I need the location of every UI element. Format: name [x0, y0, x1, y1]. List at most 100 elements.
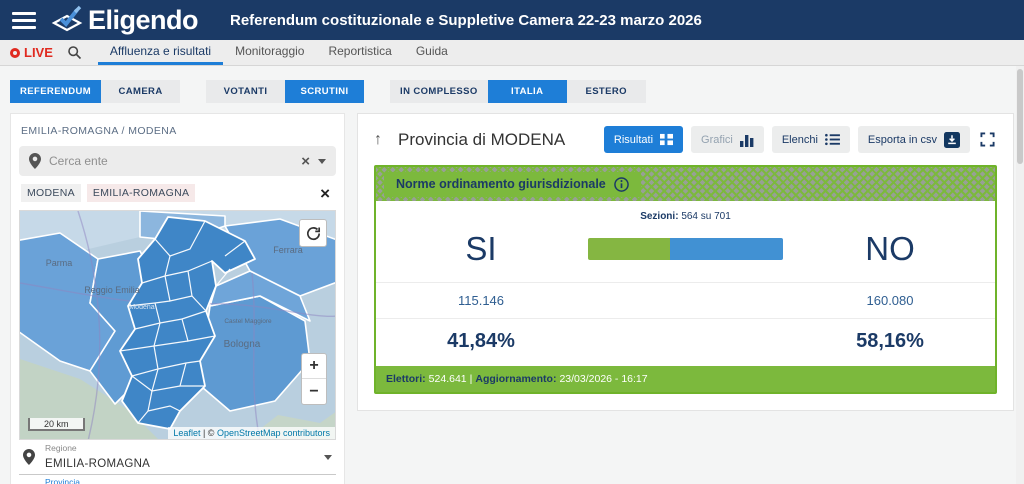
- tab-guida[interactable]: Guida: [404, 40, 460, 65]
- question-text: Norme ordinamento giurisdizionale: [396, 177, 606, 191]
- sezioni-label: Sezioni:: [640, 211, 678, 222]
- grafici-label: Grafici: [701, 134, 733, 146]
- fullscreen-button[interactable]: [978, 132, 997, 147]
- filter-group-area: IN COMPLESSO ITALIA ESTERO: [390, 80, 646, 103]
- refresh-icon: [305, 225, 322, 242]
- options-row: SI NO: [376, 222, 995, 282]
- elenchi-button[interactable]: Elenchi: [772, 126, 850, 153]
- live-icon: [10, 48, 20, 58]
- regione-label: Regione: [45, 443, 314, 453]
- filter-in-complesso[interactable]: IN COMPLESSO: [390, 80, 488, 103]
- question-label: Norme ordinamento giurisdizionale: [384, 172, 641, 197]
- list-icon: [825, 133, 840, 146]
- votes-no: 160.080: [815, 293, 965, 308]
- grafici-button[interactable]: Grafici: [691, 126, 764, 153]
- fullscreen-icon: [980, 132, 995, 147]
- tag-modena[interactable]: MODENA: [21, 184, 81, 202]
- live-button[interactable]: LIVE: [10, 40, 53, 65]
- filter-group-data: VOTANTI SCRUTINI: [206, 80, 364, 103]
- elenchi-label: Elenchi: [782, 134, 818, 146]
- results-panel: ↑ Provincia di MODENA Risultati Grafici: [357, 113, 1014, 411]
- leaflet-map[interactable]: Parma Reggio Emilia Ferrara Bologna Cast…: [19, 210, 336, 440]
- filter-estero[interactable]: ESTERO: [567, 80, 646, 103]
- search-box[interactable]: ×: [19, 146, 336, 176]
- eligendo-logo[interactable]: Eligendo: [50, 5, 198, 36]
- sidebar: EMILIA-ROMAGNA / MODENA × MODENA EMILIA-…: [10, 113, 345, 484]
- votes-si: 115.146: [406, 293, 556, 308]
- tab-reportistica[interactable]: Reportistica: [316, 40, 403, 65]
- content: EMILIA-ROMAGNA / MODENA × MODENA EMILIA-…: [0, 113, 1024, 484]
- filter-camera[interactable]: CAMERA: [101, 80, 180, 103]
- sezioni-value: 564 su 701: [681, 211, 731, 222]
- search-icon[interactable]: [67, 40, 82, 65]
- referendum-result-card: Norme ordinamento giurisdizionale Sezion…: [374, 165, 997, 394]
- selected-tags: MODENA EMILIA-ROMAGNA ×: [19, 176, 336, 210]
- search-dropdown-icon[interactable]: [318, 159, 326, 164]
- map-refresh-button[interactable]: [299, 219, 327, 247]
- grid-icon: [660, 133, 673, 146]
- map-label-bologna: Bologna: [224, 339, 261, 350]
- tab-affluenza-e-risultati[interactable]: Affluenza e risultati: [98, 40, 223, 65]
- question-header: Norme ordinamento giurisdizionale: [376, 167, 995, 201]
- breadcrumb-separator: /: [122, 125, 125, 137]
- search-input[interactable]: [49, 154, 293, 168]
- map-label-modena: Modena: [129, 304, 154, 311]
- map-zoom-control: + −: [301, 353, 327, 405]
- attrib-separator: | ©: [200, 428, 216, 438]
- sezioni-line: Sezioni: 564 su 701: [376, 207, 995, 222]
- provincia-label: Provincia: [45, 477, 314, 484]
- breadcrumb-region[interactable]: EMILIA-ROMAGNA: [21, 125, 118, 137]
- top-bar: Eligendo Referendum costituzionale e Sup…: [0, 0, 1024, 40]
- results-header: ↑ Provincia di MODENA Risultati Grafici: [374, 126, 997, 153]
- risultati-label: Risultati: [614, 134, 653, 146]
- osm-link[interactable]: OpenStreetMap contributors: [217, 428, 330, 438]
- filter-votanti[interactable]: VOTANTI: [206, 80, 285, 103]
- elettori-label: Elettori:: [386, 373, 426, 385]
- tag-emilia-romagna[interactable]: EMILIA-ROMAGNA: [87, 184, 195, 202]
- filter-referendum[interactable]: REFERENDUM: [10, 80, 101, 103]
- map-scale: 20 km: [28, 418, 85, 431]
- level-up-arrow-icon[interactable]: ↑: [374, 131, 382, 149]
- map-canvas: Parma Reggio Emilia Ferrara Bologna Cast…: [20, 211, 336, 440]
- tab-monitoraggio[interactable]: Monitoraggio: [223, 40, 316, 65]
- risultati-button[interactable]: Risultati: [604, 126, 683, 153]
- main-nav: LIVE Affluenza e risultati Monitoraggio …: [0, 40, 1024, 66]
- zoom-out-button[interactable]: −: [302, 379, 326, 404]
- breadcrumb: EMILIA-ROMAGNA / MODENA: [19, 118, 336, 146]
- tags-close-icon[interactable]: ×: [320, 185, 334, 202]
- scrollbar-track[interactable]: [1016, 66, 1024, 484]
- live-label: LIVE: [24, 45, 53, 60]
- percent-row: 41,84% 58,16%: [376, 318, 995, 366]
- filter-row: REFERENDUM CAMERA VOTANTI SCRUTINI IN CO…: [0, 66, 1024, 113]
- provincia-select[interactable]: Provincia MODENA: [19, 475, 336, 484]
- filter-scrutini[interactable]: SCRUTINI: [285, 80, 364, 103]
- votes-row: 115.146 160.080: [376, 282, 995, 318]
- regione-value: EMILIA-ROMAGNA: [45, 458, 150, 470]
- result-bar: [588, 238, 783, 260]
- esporta-label: Esporta in csv: [868, 134, 937, 146]
- search-clear-icon[interactable]: ×: [301, 154, 310, 169]
- scrollbar-thumb[interactable]: [1017, 69, 1023, 164]
- regione-dropdown-icon[interactable]: [324, 455, 332, 460]
- elettori-value: 524.641: [429, 373, 467, 385]
- hamburger-menu-icon[interactable]: [12, 8, 36, 33]
- map-attribution: Leaflet | © OpenStreetMap contributors: [168, 427, 335, 439]
- bar-chart-icon: [740, 133, 754, 147]
- filter-italia[interactable]: ITALIA: [488, 80, 567, 103]
- location-pin-icon: [29, 153, 41, 169]
- page-title: Referendum costituzionale e Suppletive C…: [230, 12, 702, 29]
- percent-no: 58,16%: [815, 330, 965, 353]
- location-pin-icon: [23, 449, 35, 465]
- results-title: Provincia di MODENA: [398, 130, 565, 150]
- zoom-in-button[interactable]: +: [302, 354, 326, 379]
- regione-text: Regione EMILIA-ROMAGNA: [45, 443, 314, 472]
- esporta-csv-button[interactable]: Esporta in csv: [858, 126, 970, 153]
- map-label-castel-maggiore: Castel Maggiore: [224, 318, 272, 325]
- regione-select[interactable]: Regione EMILIA-ROMAGNA: [19, 440, 336, 475]
- info-icon[interactable]: [614, 177, 629, 192]
- leaflet-link[interactable]: Leaflet: [173, 428, 200, 438]
- aggiornamento-value: 23/03/2026 - 16:17: [559, 373, 647, 385]
- result-body: Sezioni: 564 su 701 SI NO 115.146 160.08…: [376, 201, 995, 366]
- percent-si: 41,84%: [406, 330, 556, 353]
- result-footer: Elettori:524.641|Aggiornamento:23/03/202…: [376, 366, 995, 392]
